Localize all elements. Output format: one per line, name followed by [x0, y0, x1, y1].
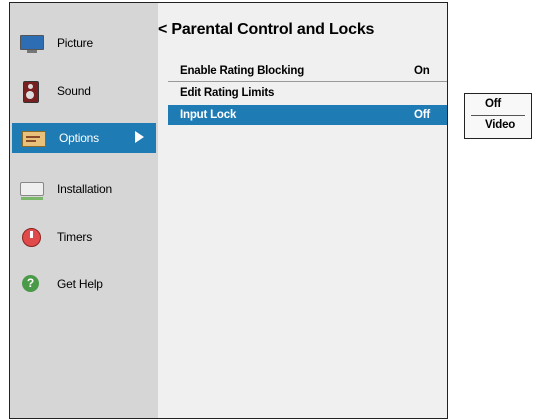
- help-icon: ?: [20, 274, 42, 294]
- sidebar-item-label: Installation: [57, 182, 112, 196]
- menu-row-edit-rating-limits[interactable]: Edit Rating Limits: [168, 83, 447, 103]
- sidebar-item-label: Options: [59, 131, 99, 145]
- timer-icon: [20, 227, 42, 247]
- sidebar-item-label: Timers: [57, 230, 93, 244]
- tv-icon: [20, 33, 44, 53]
- sidebar-item-options[interactable]: Options: [12, 123, 156, 153]
- sidebar-item-label: Sound: [57, 84, 91, 98]
- menu-row-enable-rating-blocking[interactable]: Enable Rating Blocking On: [168, 61, 447, 82]
- menu-row-input-lock[interactable]: Input Lock Off: [168, 105, 447, 125]
- sidebar-item-label: Picture: [57, 36, 93, 50]
- sidebar-item-picture[interactable]: Picture: [10, 29, 158, 57]
- options-icon: [22, 128, 46, 148]
- dropdown-option-video[interactable]: Video: [471, 116, 525, 136]
- sidebar-item-timers[interactable]: Timers: [10, 223, 158, 251]
- menu-row-value: Off: [414, 109, 431, 121]
- page-title[interactable]: < Parental Control and Locks: [158, 21, 374, 39]
- input-lock-dropdown: Off Video: [464, 93, 532, 139]
- sidebar-item-sound[interactable]: Sound: [10, 77, 158, 105]
- chevron-right-icon: [135, 131, 144, 143]
- menu-row-label: Edit Rating Limits: [180, 87, 275, 99]
- installation-icon: [20, 179, 44, 200]
- dropdown-option-off[interactable]: Off: [471, 95, 525, 116]
- dropdown-option-label: Video: [485, 119, 516, 131]
- menu-row-value: On: [414, 65, 430, 77]
- sidebar: Picture Sound Options Installation Timer…: [10, 3, 158, 418]
- settings-window: Picture Sound Options Installation Timer…: [9, 2, 448, 419]
- dropdown-option-label: Off: [485, 98, 502, 110]
- sidebar-item-get-help[interactable]: ? Get Help: [10, 270, 158, 298]
- menu-row-label: Input Lock: [180, 109, 237, 121]
- sidebar-item-installation[interactable]: Installation: [10, 175, 158, 203]
- menu-row-label: Enable Rating Blocking: [180, 65, 305, 77]
- sidebar-item-label: Get Help: [57, 277, 103, 291]
- speaker-icon: [20, 81, 42, 103]
